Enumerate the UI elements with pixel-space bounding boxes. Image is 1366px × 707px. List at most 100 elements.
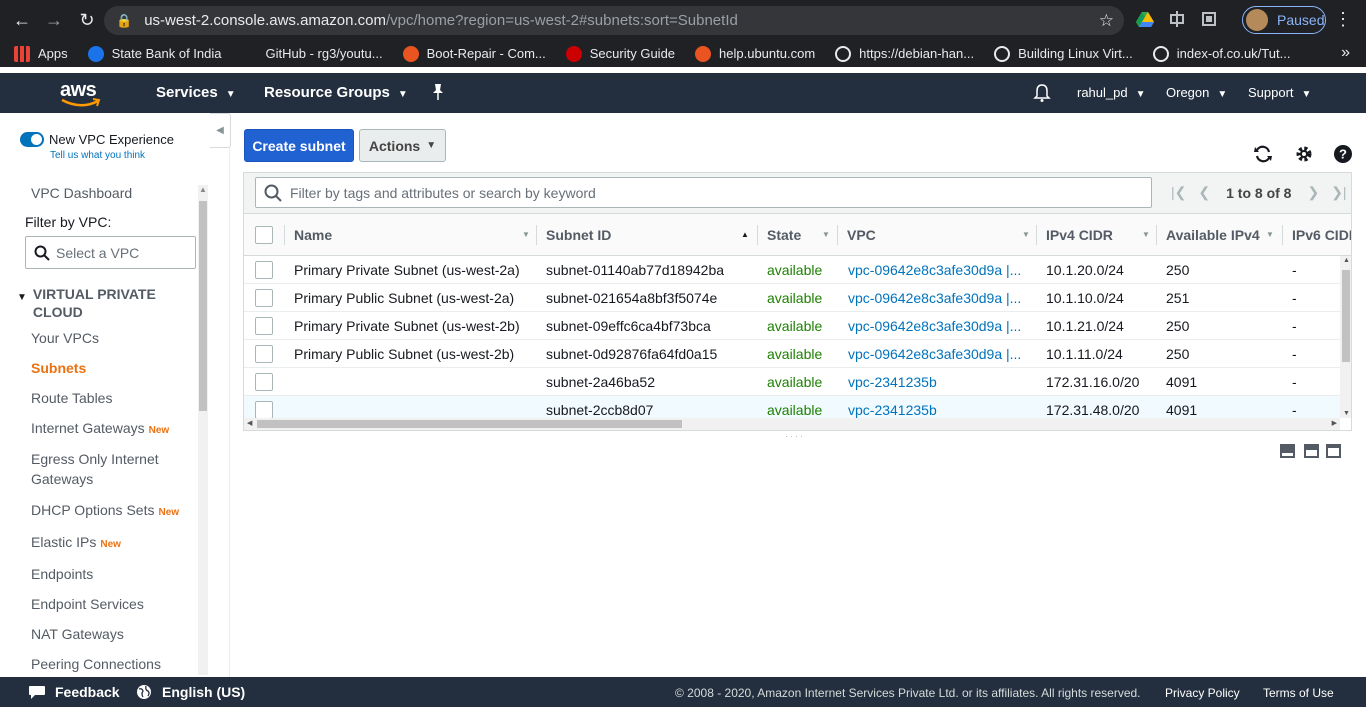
forward-icon[interactable]: → — [39, 5, 69, 35]
row-checkbox[interactable] — [255, 401, 273, 419]
support-menu[interactable]: Support ▼ — [1248, 85, 1311, 100]
user-menu[interactable]: rahul_pd ▼ — [1077, 85, 1146, 100]
scroll-up-icon[interactable]: ▲ — [1343, 257, 1350, 264]
prev-page-icon[interactable]: ❮ — [1198, 184, 1210, 201]
vpc-link[interactable]: vpc-09642e8c3afe30d9a |... — [848, 318, 1021, 334]
feedback-link[interactable]: Tell us what you think — [50, 150, 145, 161]
privacy-policy-link[interactable]: Privacy Policy — [1165, 686, 1240, 700]
sidebar-item-nat-gateways[interactable]: NAT Gateways — [31, 626, 124, 642]
feedback-button[interactable]: Feedback — [55, 684, 120, 700]
sidebar-item-dhcp-options-sets[interactable]: DHCP Options Sets New — [31, 502, 179, 518]
table-row[interactable]: subnet-2a46ba52 available vpc-2341235b 172.… — [244, 368, 1340, 396]
more-bookmarks-icon[interactable]: » — [1341, 44, 1350, 62]
scroll-left-icon[interactable]: ◀ — [247, 419, 252, 427]
refresh-icon[interactable] — [1253, 144, 1273, 164]
table-row[interactable]: Primary Public Subnet (us-west-2b) subnet… — [244, 340, 1340, 368]
gear-icon[interactable] — [1294, 144, 1314, 164]
column-separator[interactable] — [757, 225, 758, 245]
sidebar-item-subnets[interactable]: Subnets — [31, 360, 86, 376]
region-menu[interactable]: Oregon ▼ — [1166, 85, 1227, 100]
select-all-checkbox[interactable] — [255, 226, 273, 244]
browser-menu-icon[interactable]: ⋮ — [1334, 9, 1352, 30]
sidebar-item-route-tables[interactable]: Route Tables — [31, 390, 112, 406]
section-virtual-private-cloud[interactable]: ▼ VIRTUAL PRIVATE CLOUD — [17, 285, 187, 321]
column-menu-icon[interactable]: ▼ — [522, 230, 530, 239]
column-separator[interactable] — [536, 225, 537, 245]
row-checkbox[interactable] — [255, 373, 273, 391]
table-vertical-scrollbar[interactable]: ▲ ▼ — [1340, 256, 1351, 418]
column-header-state[interactable]: State — [767, 227, 801, 243]
bookmark-item[interactable]: State Bank of India — [87, 45, 222, 62]
sidebar-item-peering-connections[interactable]: Peering Connections — [31, 656, 161, 672]
sidebar-item-elastic-ips[interactable]: Elastic IPs New — [31, 534, 121, 550]
scroll-right-icon[interactable]: ▶ — [1332, 419, 1337, 427]
sidebar-scrollbar[interactable]: ▲ — [198, 185, 208, 675]
sidebar-item-endpoint-services[interactable]: Endpoint Services — [31, 596, 144, 612]
pin-icon[interactable] — [431, 83, 445, 101]
vpc-link[interactable]: vpc-09642e8c3afe30d9a |... — [848, 262, 1021, 278]
resource-groups-menu[interactable]: Resource Groups ▼ — [264, 84, 408, 101]
column-separator[interactable] — [284, 225, 285, 245]
column-menu-icon[interactable]: ▼ — [1266, 230, 1274, 239]
layout-split-middle-icon[interactable] — [1304, 444, 1319, 458]
sidebar-item-your-vpcs[interactable]: Your VPCs — [31, 330, 99, 346]
sort-ascending-icon[interactable]: ▲ — [741, 230, 749, 239]
table-row[interactable]: Primary Public Subnet (us-west-2a) subnet… — [244, 284, 1340, 312]
next-page-icon[interactable]: ❯ — [1307, 184, 1319, 201]
google-drive-icon[interactable] — [1136, 10, 1154, 28]
row-checkbox[interactable] — [255, 261, 273, 279]
column-menu-icon[interactable]: ▼ — [822, 230, 830, 239]
bookmark-star-icon[interactable]: ☆ — [1099, 11, 1114, 31]
row-checkbox[interactable] — [255, 289, 273, 307]
collapse-sidebar-button[interactable]: ◀ — [210, 113, 231, 148]
profile-button[interactable]: Paused — [1242, 6, 1326, 34]
bookmark-item[interactable]: help.ubuntu.com — [695, 45, 815, 62]
actions-button[interactable]: Actions ▼ — [359, 129, 446, 162]
services-menu[interactable]: Services ▼ — [156, 84, 236, 101]
column-separator[interactable] — [1036, 225, 1037, 245]
reload-icon[interactable]: ↻ — [72, 5, 102, 35]
vpc-link[interactable]: vpc-09642e8c3afe30d9a |... — [848, 346, 1021, 362]
bookmark-item[interactable]: https://debian-han... — [835, 45, 974, 62]
column-header-ipv6-cidr[interactable]: IPv6 CIDR — [1292, 227, 1351, 243]
layout-split-bottom-icon[interactable] — [1280, 444, 1295, 458]
column-menu-icon[interactable]: ▼ — [1022, 230, 1030, 239]
column-header-vpc[interactable]: VPC — [847, 227, 876, 243]
sidebar-item-egress-only-internet-gateways[interactable]: Egress Only Internet Gateways — [31, 449, 181, 489]
new-vpc-toggle[interactable] — [20, 132, 44, 147]
bookmark-item[interactable]: Building Linux Virt... — [994, 45, 1133, 62]
extension-icon[interactable] — [1168, 10, 1186, 28]
vpc-link[interactable]: vpc-2341235b — [848, 402, 937, 418]
column-header-subnet-id[interactable]: Subnet ID — [546, 227, 611, 243]
sidebar-item-internet-gateways[interactable]: Internet Gateways New — [31, 420, 169, 436]
table-row[interactable]: Primary Private Subnet (us-west-2b) subne… — [244, 312, 1340, 340]
language-selector[interactable]: English (US) — [162, 684, 245, 700]
bookmark-item[interactable]: Boot-Repair - Com... — [402, 45, 546, 62]
bookmark-item[interactable]: Apps — [14, 45, 68, 62]
last-page-icon[interactable]: ❯| — [1331, 184, 1346, 201]
bookmark-item[interactable]: Security Guide — [565, 45, 675, 62]
vpc-link[interactable]: vpc-09642e8c3afe30d9a |... — [848, 290, 1021, 306]
row-checkbox[interactable] — [255, 345, 273, 363]
aws-logo[interactable]: aws — [60, 79, 102, 109]
back-icon[interactable]: ← — [7, 5, 37, 35]
column-separator[interactable] — [1156, 225, 1157, 245]
address-bar[interactable]: 🔒 us-west-2.console.aws.amazon.com/vpc/h… — [104, 6, 1124, 35]
tabs-icon[interactable] — [1200, 10, 1218, 28]
column-separator[interactable] — [837, 225, 838, 245]
first-page-icon[interactable]: |❮ — [1171, 184, 1186, 201]
row-checkbox[interactable] — [255, 317, 273, 335]
help-icon[interactable]: ? — [1333, 144, 1353, 164]
vpc-link[interactable]: vpc-2341235b — [848, 374, 937, 390]
create-subnet-button[interactable]: Create subnet — [244, 129, 354, 162]
bookmark-item[interactable]: GitHub - rg3/youtu... — [241, 45, 383, 62]
table-horizontal-scrollbar[interactable]: ◀ ▶ — [244, 418, 1340, 430]
scroll-up-icon[interactable]: ▲ — [199, 185, 207, 194]
table-row[interactable]: Primary Private Subnet (us-west-2a) subne… — [244, 256, 1340, 284]
sidebar-item-endpoints[interactable]: Endpoints — [31, 566, 93, 582]
sidebar-item-dashboard[interactable]: VPC Dashboard — [31, 185, 132, 201]
layout-full-icon[interactable] — [1326, 444, 1341, 458]
terms-of-use-link[interactable]: Terms of Use — [1263, 686, 1334, 700]
column-header-ipv4-cidr[interactable]: IPv4 CIDR — [1046, 227, 1113, 243]
vpc-filter-select[interactable]: Select a VPC — [25, 236, 196, 269]
